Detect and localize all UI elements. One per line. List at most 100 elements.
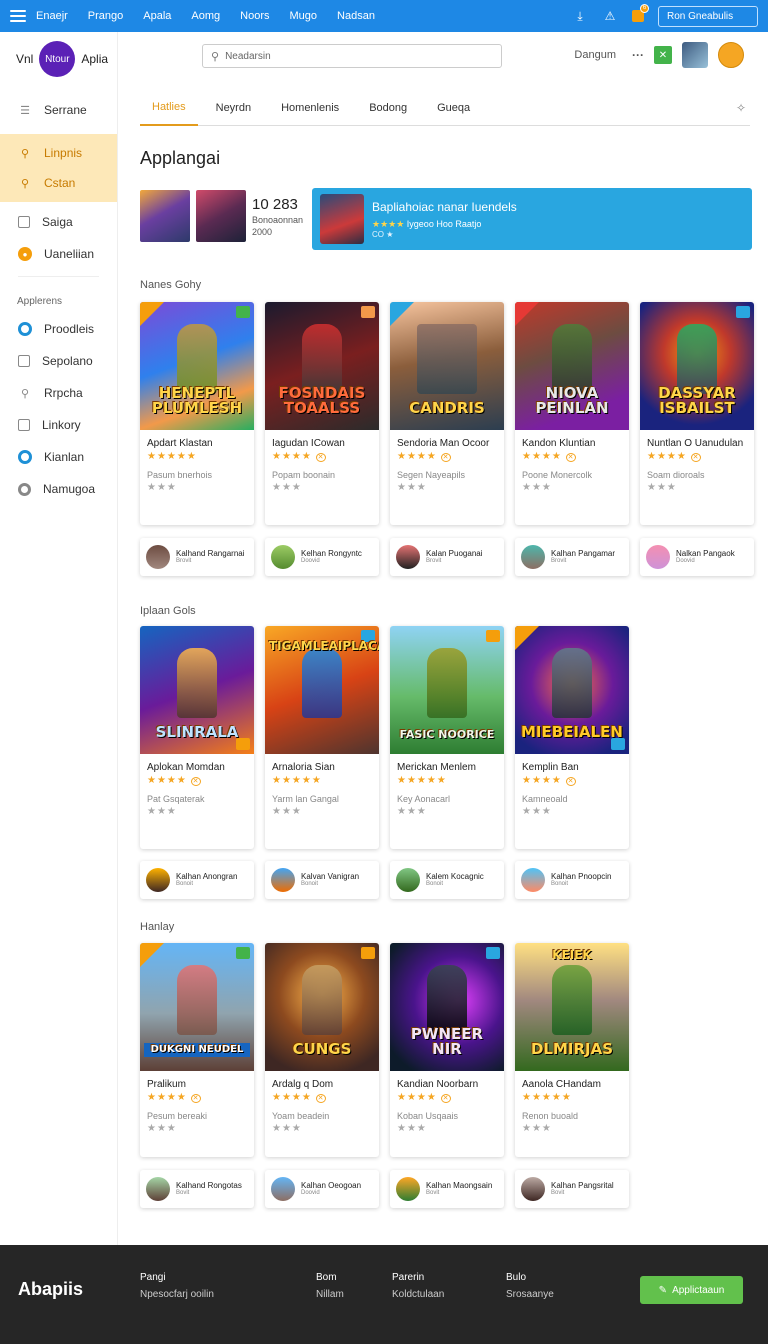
pin-icon[interactable]: ✧ bbox=[736, 101, 746, 115]
featured-thumb[interactable] bbox=[140, 190, 190, 242]
footer-link[interactable]: Parerin bbox=[392, 1269, 444, 1286]
search-input[interactable]: ⚲ Neadarsin bbox=[202, 44, 502, 68]
top-nav-item[interactable]: Mugo bbox=[290, 10, 318, 22]
game-card[interactable]: SLINRALA Aplokan Momdan ★★★★ ✕ Pat Gsqat… bbox=[140, 626, 254, 849]
sidebar-item-2[interactable]: ● Uaneliian bbox=[0, 238, 117, 270]
close-icon[interactable]: ✕ bbox=[654, 46, 672, 64]
creator-pill[interactable]: Kalhand Rangarnai Brovit bbox=[140, 538, 254, 576]
alert-icon[interactable]: ⚠ bbox=[602, 9, 618, 23]
footer-link[interactable]: Npesocfarj ooilin bbox=[140, 1286, 214, 1303]
apply-button[interactable]: ✎ Applictaaun bbox=[640, 1276, 743, 1304]
game-desc: Kamneoald bbox=[522, 794, 568, 804]
badge-icon bbox=[736, 306, 750, 318]
game-card[interactable]: CUNGS Ardalg q Dom ★★★★ ✕ Yoam beadein ★… bbox=[265, 943, 379, 1157]
account-button[interactable]: Ron Gneabulis bbox=[658, 5, 758, 27]
game-art-title: TIGAMLEAIPLACA bbox=[269, 639, 379, 653]
header-right: Dangum ··· ✕ bbox=[574, 42, 744, 68]
rating-stars: ★★★★ ✕ bbox=[272, 1092, 326, 1103]
hero-figure bbox=[552, 648, 592, 718]
avatar bbox=[396, 545, 420, 569]
corner-ribbon bbox=[390, 302, 414, 326]
creator-pill[interactable]: Kalhand Rongotas Bovit bbox=[140, 1170, 254, 1208]
footer-link[interactable]: Bulo bbox=[506, 1269, 554, 1286]
top-nav-item[interactable]: Prango bbox=[88, 10, 123, 22]
pill-sub: Bonoit bbox=[551, 881, 569, 888]
creator-pill[interactable]: Kalhan Pangamar Brovit bbox=[515, 538, 629, 576]
rating-stars: ★★★★ ✕ bbox=[522, 451, 576, 462]
top-nav-item[interactable]: Aomg bbox=[191, 10, 220, 22]
notification-bell-icon[interactable]: 6 bbox=[632, 4, 649, 22]
creator-pill[interactable]: Nalkan Pangaok Doovid bbox=[640, 538, 754, 576]
game-card[interactable]: DASSYAR ISBAILST Nuntlan O Uanudulan ★★★… bbox=[640, 302, 754, 525]
sidebar-item-1[interactable]: Saiga bbox=[0, 206, 117, 238]
header-label[interactable]: Dangum bbox=[574, 49, 616, 61]
game-card[interactable]: MIEBEIALEN Kemplin Ban ★★★★ ✕ Kamneoald … bbox=[515, 626, 629, 849]
sidebar-item-active-2[interactable]: ⚲ Cstan bbox=[0, 168, 117, 198]
game-card[interactable]: TIGAMLEAIPLACA Arnaloria Sian ★★★★★ Yarm… bbox=[265, 626, 379, 849]
sidebar-section-item[interactable]: Kianlan bbox=[0, 441, 117, 473]
creator-pill[interactable]: Kalhan Oeogoan Doovid bbox=[265, 1170, 379, 1208]
sidebar-section-item[interactable]: ⚲ Rrpcha bbox=[0, 377, 117, 409]
grey-stars: ★★★ bbox=[522, 1123, 552, 1134]
more-icon[interactable]: ··· bbox=[632, 48, 644, 62]
rating-stars: ★★★★★ bbox=[272, 775, 322, 786]
footer-logo[interactable]: Abapiis bbox=[18, 1279, 83, 1300]
featured-banner[interactable]: Bapliahoiac nanar Iuendels ★★★★ Iygeoo H… bbox=[312, 188, 752, 250]
creator-pill[interactable]: Kelhan Rongyntc Doovid bbox=[265, 538, 379, 576]
tab-1[interactable]: Hatlies bbox=[140, 90, 198, 126]
top-nav-item[interactable]: Apala bbox=[143, 10, 171, 22]
creator-pills: Kalhand Rongotas Bovit Kalhan Oeogoan Doov… bbox=[140, 1170, 629, 1208]
creator-pill[interactable]: Kalhan Anongran Bonoit bbox=[140, 861, 254, 899]
download-icon[interactable]: ⤓ bbox=[572, 9, 588, 24]
coin-avatar[interactable] bbox=[718, 42, 744, 68]
game-card[interactable]: PWNEER NIR Kandian Noorbarn ★★★★ ✕ Koban… bbox=[390, 943, 504, 1157]
creator-pill[interactable]: Kalhan Pangsrital Bovit bbox=[515, 1170, 629, 1208]
avatar[interactable] bbox=[682, 42, 708, 68]
sidebar-section-item[interactable]: Sepolano bbox=[0, 345, 117, 377]
game-card[interactable]: CANDRIS Sendoria Man Ocoor ★★★★ ✕ Segen … bbox=[390, 302, 504, 525]
tab-4[interactable]: Bodong bbox=[357, 90, 419, 126]
game-card[interactable]: FASIC NOORICE Merickan Menlem ★★★★★ Key … bbox=[390, 626, 504, 849]
top-nav-item[interactable]: Enaejr bbox=[36, 10, 68, 22]
rating-stars: ★★★★★ bbox=[522, 1092, 572, 1103]
tab-3[interactable]: Homenlenis bbox=[269, 90, 351, 126]
badge-icon bbox=[361, 947, 375, 959]
footer-link[interactable]: Nillam bbox=[316, 1286, 344, 1303]
pill-text: Kalhan Pnoopcin Bonoit bbox=[551, 872, 612, 888]
game-card[interactable]: HENEPTL PLUMLESH Apdart Klastan ★★★★★ Pa… bbox=[140, 302, 254, 525]
creator-pill[interactable]: Kalhan Maongsain Bovit bbox=[390, 1170, 504, 1208]
game-card[interactable]: KEIEK DLMIRJAS Aanola CHandam ★★★★★ Reno… bbox=[515, 943, 629, 1157]
creator-pill[interactable]: Kalvan Vanigran Bonoit bbox=[265, 861, 379, 899]
top-nav-item[interactable]: Noors bbox=[240, 10, 269, 22]
footer-link[interactable]: Pangi bbox=[140, 1269, 214, 1286]
game-card[interactable]: FOSNDAIS TOAALSS Iagudan ICowan ★★★★ ✕ P… bbox=[265, 302, 379, 525]
sidebar-item-active-1[interactable]: ⚲ Linpnis bbox=[0, 138, 117, 168]
creator-pill[interactable]: Kalan Puoganai Brovit bbox=[390, 538, 504, 576]
game-art: MIEBEIALEN bbox=[515, 626, 629, 754]
sidebar-section-item[interactable]: Linkory bbox=[0, 409, 117, 441]
game-title: Iagudan ICowan bbox=[272, 438, 345, 449]
creator-pill[interactable]: Kalem Kocagnic Bonoit bbox=[390, 861, 504, 899]
sidebar-section-item[interactable]: Proodleis bbox=[0, 313, 117, 345]
tab-5[interactable]: Gueqa bbox=[425, 90, 482, 126]
pill-sub: Brovit bbox=[176, 558, 192, 565]
page-title: Applangai bbox=[140, 148, 221, 168]
game-title: Sendoria Man Ocoor bbox=[397, 438, 490, 449]
search-placeholder: Neadarsin bbox=[225, 50, 271, 62]
featured-thumb[interactable] bbox=[196, 190, 246, 242]
top-nav-item[interactable]: Nadsan bbox=[337, 10, 375, 22]
grey-stars: ★★★ bbox=[272, 806, 302, 817]
footer-link[interactable]: Bom bbox=[316, 1269, 344, 1286]
game-card[interactable]: NIOVA PEINLAN Kandon Kluntian ★★★★ ✕ Poo… bbox=[515, 302, 629, 525]
sidebar-section-item[interactable]: Namugoa bbox=[0, 473, 117, 505]
hamburger-menu-icon[interactable] bbox=[10, 10, 26, 22]
tab-2[interactable]: Neyrdn bbox=[204, 90, 263, 126]
game-card[interactable]: DUKGNI NEUDEL Pralikum ★★★★ ✕ Pesum bere… bbox=[140, 943, 254, 1157]
hero-figure bbox=[552, 965, 592, 1035]
game-art-title: FOSNDAIS TOAALSS bbox=[278, 384, 366, 417]
footer-link[interactable]: Koldctulaan bbox=[392, 1286, 444, 1303]
creator-pill[interactable]: Kalhan Pnoopcin Bonoit bbox=[515, 861, 629, 899]
footer-link[interactable]: Srosaanye bbox=[506, 1286, 554, 1303]
brand[interactable]: Vnl Ntour Aplia bbox=[0, 32, 117, 86]
sidebar-menu-toggle[interactable]: ☰ Serrane bbox=[0, 94, 117, 126]
